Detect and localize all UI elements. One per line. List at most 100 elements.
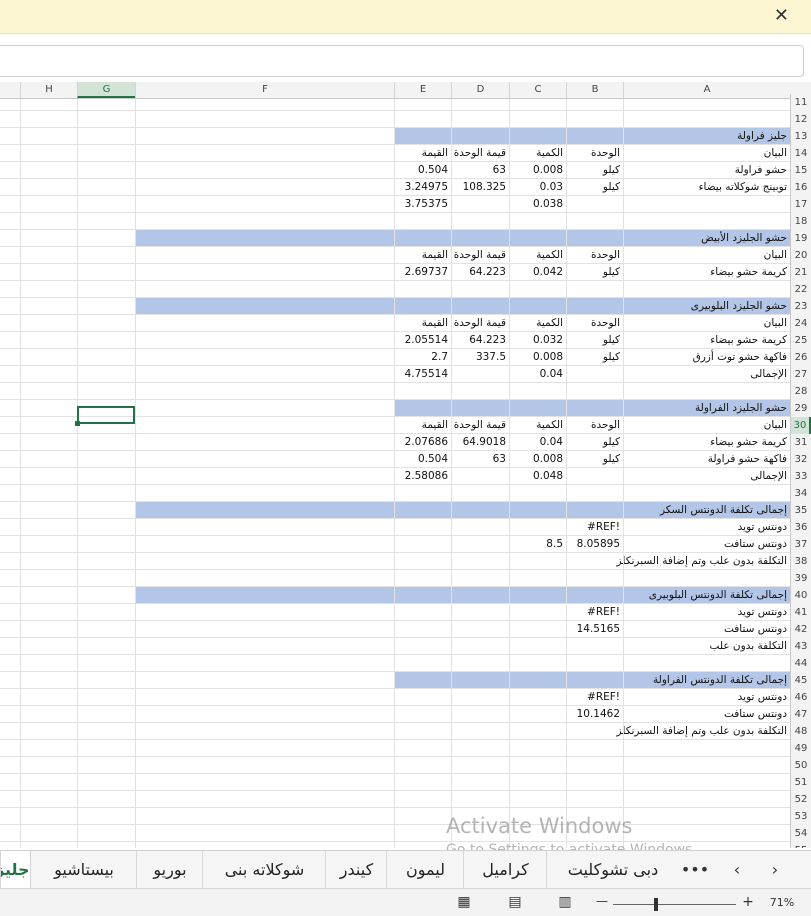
cell-e24[interactable]: القيمة: [394, 315, 451, 331]
cell-b41[interactable]: #REF!: [566, 604, 623, 620]
cell-a23[interactable]: حشو الجليزد البلوبيرى: [394, 298, 790, 314]
cell-d20[interactable]: قيمة الوحدة: [451, 247, 509, 263]
cell-a48[interactable]: التكلفة بدون علب وتم إضافة السبرنكلز: [394, 723, 790, 739]
cell-b31[interactable]: كيلو: [566, 434, 623, 450]
row-header-52[interactable]: 52: [790, 791, 811, 808]
row-header-12[interactable]: 12: [790, 111, 811, 128]
row-header-23[interactable]: 23: [790, 298, 811, 315]
sheet-tab[interactable]: كيندر: [325, 851, 387, 889]
cell-a45[interactable]: إجمالى تكلفة الدونتس الفراولة: [394, 672, 790, 688]
row-header-24[interactable]: 24: [790, 315, 811, 332]
row-header-31[interactable]: 31: [790, 434, 811, 451]
row-header-39[interactable]: 39: [790, 570, 811, 587]
cell-d25[interactable]: 64.223: [451, 332, 509, 348]
cell-c20[interactable]: الكمية: [509, 247, 566, 263]
cell-d31[interactable]: 64.9018: [451, 434, 509, 450]
cell-e31[interactable]: 2.07686: [394, 434, 451, 450]
cell-b36[interactable]: #REF!: [566, 519, 623, 535]
cell-a29[interactable]: حشو الجليزد الفراولة: [394, 400, 790, 416]
cell-e26[interactable]: 2.7: [394, 349, 451, 365]
row-header-20[interactable]: 20: [790, 247, 811, 264]
cell-b14[interactable]: الوحدة: [566, 145, 623, 161]
row-header-49[interactable]: 49: [790, 740, 811, 757]
fill-handle[interactable]: [75, 421, 80, 426]
zoom-in-button[interactable]: +: [738, 894, 758, 910]
row-header-21[interactable]: 21: [790, 264, 811, 281]
scroll-tabs-right-icon[interactable]: ›: [760, 851, 790, 889]
cell-a27[interactable]: الإجمالى: [394, 366, 790, 382]
row-header-36[interactable]: 36: [790, 519, 811, 536]
page-break-view-icon[interactable]: ▥: [555, 894, 575, 910]
row-header-44[interactable]: 44: [790, 655, 811, 672]
row-header-19[interactable]: 19: [790, 230, 811, 247]
cell-d15[interactable]: 63: [451, 162, 509, 178]
cell-b30[interactable]: الوحدة: [566, 417, 623, 433]
row-header-38[interactable]: 38: [790, 553, 811, 570]
row-header-55[interactable]: 55: [790, 842, 811, 848]
cell-a19[interactable]: حشو الجليزد الأبيض: [394, 230, 790, 246]
cell-e20[interactable]: القيمة: [394, 247, 451, 263]
active-cell-g30[interactable]: [75, 406, 135, 426]
sheet-tab[interactable]: بيستاشيو: [30, 851, 137, 889]
row-header-13[interactable]: 13: [790, 128, 811, 145]
sheet-tab[interactable]: دبى تشوكليت: [546, 851, 679, 889]
cell-a38[interactable]: التكلفة بدون علب وتم إضافة السبرنكلز: [394, 553, 790, 569]
scroll-tabs-left-icon[interactable]: ‹: [722, 851, 752, 889]
row-header-41[interactable]: 41: [790, 604, 811, 621]
cell-b46[interactable]: #REF!: [566, 689, 623, 705]
row-header-35[interactable]: 35: [790, 502, 811, 519]
cell-c33[interactable]: 0.048: [509, 468, 566, 484]
cell-c30[interactable]: الكمية: [509, 417, 566, 433]
cell-a35[interactable]: إجمالى تكلفة الدونتس السكر: [394, 502, 790, 518]
row-header-48[interactable]: 48: [790, 723, 811, 740]
cell-e16[interactable]: 3.24975: [394, 179, 451, 195]
zoom-level[interactable]: 71%: [766, 896, 798, 912]
row-header-25[interactable]: 25: [790, 332, 811, 349]
cell-e21[interactable]: 2.69737: [394, 264, 451, 280]
normal-view-icon[interactable]: ▦: [454, 894, 474, 910]
cell-a33[interactable]: الإجمالى: [394, 468, 790, 484]
row-header-47[interactable]: 47: [790, 706, 811, 723]
cell-c17[interactable]: 0.038: [509, 196, 566, 212]
row-header-53[interactable]: 53: [790, 808, 811, 825]
cell-a13[interactable]: جليز فراولة: [394, 128, 790, 144]
row-header-42[interactable]: 42: [790, 621, 811, 638]
cell-e30[interactable]: القيمة: [394, 417, 451, 433]
cell-e15[interactable]: 0.504: [394, 162, 451, 178]
row-header-22[interactable]: 22: [790, 281, 811, 298]
cell-b15[interactable]: كيلو: [566, 162, 623, 178]
row-header-18[interactable]: 18: [790, 213, 811, 230]
cell-a43[interactable]: التكلفة بدون علب: [394, 638, 790, 654]
sheet-tab[interactable]: جليز: [0, 851, 31, 892]
cell-c32[interactable]: 0.008: [509, 451, 566, 467]
cell-c16[interactable]: 0.03: [509, 179, 566, 195]
row-header-54[interactable]: 54: [790, 825, 811, 842]
cell-d32[interactable]: 63: [451, 451, 509, 467]
cell-d14[interactable]: قيمة الوحدة: [451, 145, 509, 161]
cell-b20[interactable]: الوحدة: [566, 247, 623, 263]
cell-c15[interactable]: 0.008: [509, 162, 566, 178]
cell-b16[interactable]: كيلو: [566, 179, 623, 195]
row-header-30[interactable]: 30: [790, 417, 811, 434]
cell-d26[interactable]: 337.5: [451, 349, 509, 365]
cell-b25[interactable]: كيلو: [566, 332, 623, 348]
cell-b42[interactable]: 14.5165: [566, 621, 623, 637]
cell-e25[interactable]: 2.05514: [394, 332, 451, 348]
cell-e27[interactable]: 4.75514: [394, 366, 451, 382]
cell-c37[interactable]: 8.5: [509, 536, 566, 552]
cell-c14[interactable]: الكمية: [509, 145, 566, 161]
cell-b37[interactable]: 8.05895: [566, 536, 623, 552]
row-header-37[interactable]: 37: [790, 536, 811, 553]
row-header-27[interactable]: 27: [790, 366, 811, 383]
cell-c27[interactable]: 0.04: [509, 366, 566, 382]
zoom-out-button[interactable]: —: [592, 894, 612, 910]
sheet-tab[interactable]: ليمون: [386, 851, 464, 889]
page-layout-view-icon[interactable]: ▤: [505, 894, 525, 910]
more-tabs-button[interactable]: •••: [680, 851, 710, 889]
row-header-15[interactable]: 15: [790, 162, 811, 179]
row-header-45[interactable]: 45: [790, 672, 811, 689]
cell-c31[interactable]: 0.04: [509, 434, 566, 450]
sheet-tab[interactable]: بوريو: [136, 851, 203, 889]
row-header-33[interactable]: 33: [790, 468, 811, 485]
cell-d30[interactable]: قيمة الوحدة: [451, 417, 509, 433]
